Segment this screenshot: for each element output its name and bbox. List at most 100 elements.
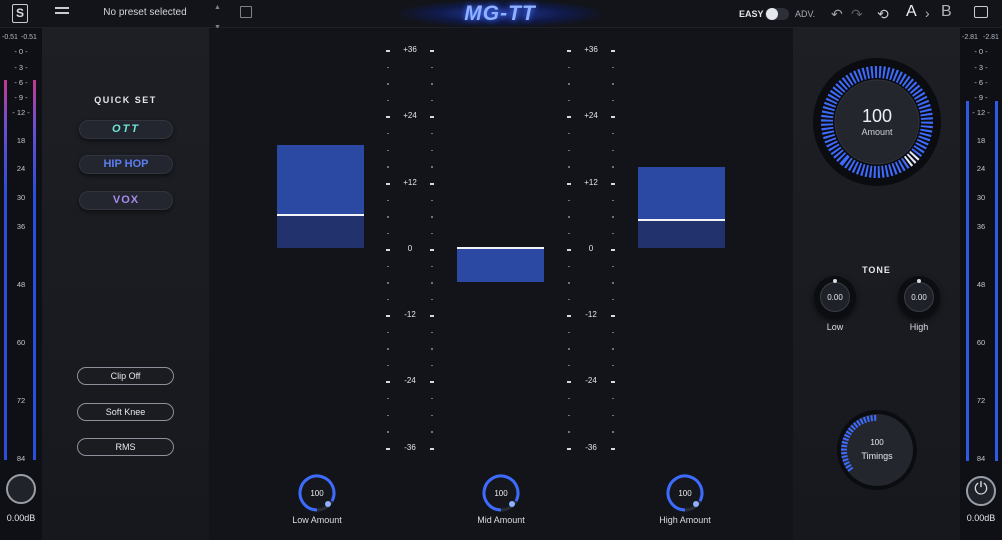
band-scale-tick [611, 381, 615, 383]
band-scale-minor-tick [431, 414, 433, 416]
loop-icon[interactable]: ⟲ [877, 5, 889, 23]
band-scale-tick [567, 50, 571, 52]
save-icon[interactable] [240, 6, 252, 18]
redo-icon[interactable]: ↷ [851, 5, 863, 23]
meter-scale-label: 72 [16, 396, 26, 405]
amount-value: 100 [861, 106, 893, 126]
mid-amount-value: 100 [494, 489, 508, 498]
quick-set-hiphop-button[interactable]: HIP HOP [79, 155, 173, 174]
plugin-logo-icon[interactable]: S [12, 4, 28, 23]
meter-scale-label: 84 [16, 454, 26, 463]
output-peak-right: -2.81 [983, 34, 999, 41]
low-band-threshold[interactable] [277, 214, 364, 216]
meter-scale-label: - 3 - [14, 63, 28, 72]
timings-knob[interactable] [835, 408, 919, 492]
band-scale-minor-tick [612, 397, 614, 400]
ab-copy-arrow-icon[interactable]: › [925, 4, 930, 22]
mid-band-threshold[interactable] [457, 247, 544, 249]
ab-compare-a[interactable]: A [906, 3, 917, 21]
output-db-readout: 0.00dB [966, 513, 996, 523]
band-scale-tick [430, 249, 434, 251]
meter-scale-label: 36 [16, 222, 26, 231]
band-scale-minor-tick [568, 397, 570, 400]
mode-toggle-knob[interactable] [766, 8, 778, 20]
meter-scale-label: - 3 - [974, 63, 988, 72]
band-scale-label: -12 [585, 310, 597, 319]
tone-title: TONE [862, 265, 891, 275]
band-scale-label: +36 [584, 45, 598, 54]
low-amount-value: 100 [310, 489, 324, 498]
preset-name[interactable]: No preset selected [90, 7, 200, 18]
knee-button[interactable]: Soft Knee [77, 403, 174, 421]
band-scale-tick [386, 315, 390, 317]
meter-scale-label: 84 [976, 454, 986, 463]
band-scale-label: -36 [404, 443, 416, 452]
band-scale-minor-tick [431, 431, 433, 433]
band-scale-label: -12 [404, 310, 416, 319]
band-scale-minor-tick [568, 99, 570, 101]
high-band-upward[interactable] [638, 167, 725, 220]
input-power-ring[interactable] [6, 474, 36, 504]
meter-scale-label: 48 [16, 280, 26, 289]
clip-button[interactable]: Clip Off [77, 367, 174, 385]
band-scale-tick [430, 448, 434, 450]
band-scale-minor-tick [568, 282, 570, 284]
band-scale-minor-tick [431, 166, 433, 168]
undo-icon[interactable]: ↶ [831, 5, 843, 23]
band-scale-minor-tick [431, 397, 433, 400]
mode-adv-label[interactable]: ADV. [795, 9, 815, 19]
meter-scale-label: 36 [976, 222, 986, 231]
band-scale-minor-tick [431, 199, 433, 201]
mid-band-downward[interactable] [457, 248, 544, 282]
output-meter: -2.81 -2.81 - 0 - - 3 - - 6 - - 9 - - 12 - 18… [960, 28, 1002, 540]
meter-scale-label: 48 [976, 280, 986, 289]
band-scale-tick [567, 381, 571, 383]
meter-scale-label: 18 [976, 136, 986, 145]
band-scale-label: -36 [585, 443, 597, 452]
meter-scale-label: - 6 - [14, 78, 28, 87]
band-scale-tick [567, 183, 571, 185]
high-amount-label: High Amount [659, 515, 711, 525]
band-scale-minor-tick [431, 66, 433, 68]
ab-compare-b[interactable]: B [941, 3, 952, 21]
band-scale-tick [567, 315, 571, 317]
band-scale-minor-tick [612, 298, 614, 300]
band-scale-minor-tick [387, 364, 389, 366]
band-scale-tick [386, 381, 390, 383]
band-scale-minor-tick [612, 232, 614, 234]
low-band-upward[interactable] [277, 145, 364, 215]
band-scale-label: +12 [403, 178, 417, 187]
quick-set-title: QUICK SET [94, 95, 157, 105]
quick-set-ott-button[interactable]: OTT [79, 120, 173, 139]
band-scale-label: +36 [403, 45, 417, 54]
band-scale-minor-tick [431, 348, 433, 350]
band-scale-minor-tick [612, 348, 614, 350]
preset-menu-icon[interactable] [55, 7, 69, 20]
band-scale-minor-tick [568, 83, 570, 85]
mode-easy-label[interactable]: EASY [739, 9, 764, 19]
low-band-downward[interactable] [277, 216, 364, 248]
brand-logo: MG-TT [400, 0, 600, 27]
band-scale-minor-tick [431, 83, 433, 85]
plugin-window: S No preset selected ▲▼ MG-TT EASY ADV. … [0, 0, 1002, 540]
meter-scale-label: - 9 - [14, 93, 28, 102]
band-scale-minor-tick [612, 265, 614, 267]
meter-scale-label: 60 [16, 338, 26, 347]
high-band-downward[interactable] [638, 221, 725, 248]
band-scale-minor-tick [612, 364, 614, 366]
band-scale-minor-tick [568, 298, 570, 300]
band-scale-minor-tick [612, 431, 614, 433]
band-scale-minor-tick [612, 282, 614, 284]
band-scale-minor-tick [387, 331, 389, 333]
power-icon[interactable]: ⏻ [966, 479, 996, 499]
detection-button[interactable]: RMS [77, 438, 174, 456]
band-scale-minor-tick [568, 265, 570, 267]
meter-scale-label: 30 [976, 193, 986, 202]
band-scale-minor-tick [387, 265, 389, 267]
band-scale-minor-tick [612, 216, 614, 218]
chat-icon[interactable] [974, 6, 988, 18]
timings-value: 100 [870, 438, 884, 447]
quick-set-vox-button[interactable]: VOX [79, 191, 173, 210]
band-scale-minor-tick [431, 149, 433, 151]
high-band-threshold[interactable] [638, 219, 725, 221]
